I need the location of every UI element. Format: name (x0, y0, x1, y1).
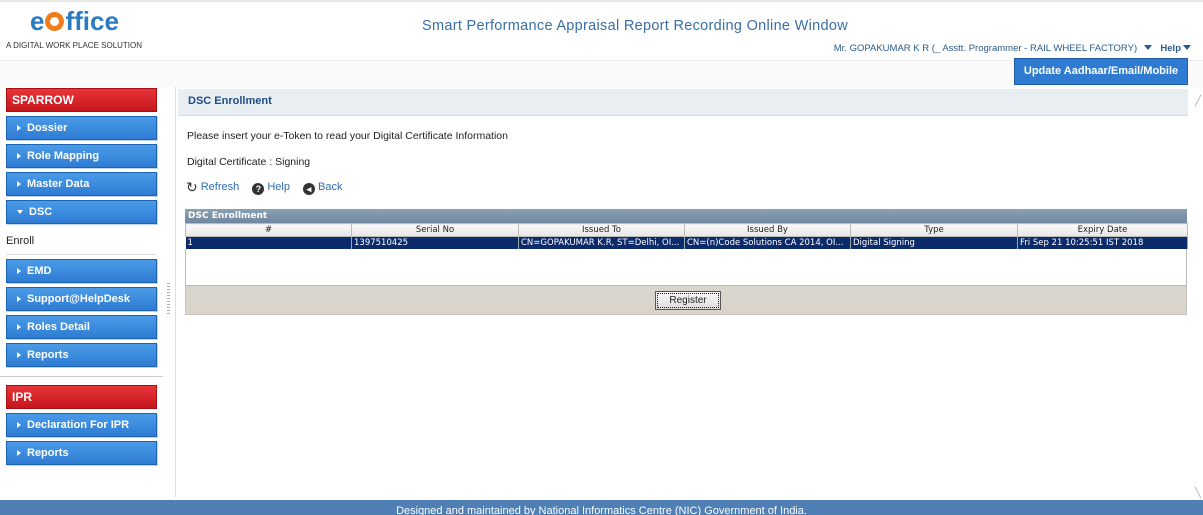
tagline: A DIGITAL WORK PLACE SOLUTION (6, 41, 143, 50)
col-header-number[interactable]: # (185, 223, 352, 237)
sidebar-item-label: Roles Detail (27, 321, 90, 333)
table-row[interactable]: 1 1397510425 CN=GOPAKUMAR K.R, ST=Delhi,… (185, 236, 1188, 249)
help-label: Help (267, 181, 290, 193)
register-button[interactable]: Register (655, 291, 721, 310)
grid-empty-area (185, 249, 1187, 286)
logo-text-b: ffice (65, 6, 119, 36)
page-title: DSC Enrollment (188, 95, 272, 107)
sidebar-item-dsc[interactable]: DSC (6, 200, 157, 224)
sidebar-item-label: Role Mapping (27, 150, 100, 162)
help-link[interactable]: ? Help (252, 181, 290, 195)
cell-serial: 1397510425 (351, 236, 519, 249)
cell-type: Digital Signing (850, 236, 1018, 249)
user-role: (_ Asstt. Programmer - RAIL WHEEL FACTOR… (931, 43, 1138, 54)
refresh-link[interactable]: ↻ Refresh (186, 179, 240, 195)
sidebar-item-label: Declaration For IPR (27, 419, 130, 431)
chevron-right-icon (17, 422, 21, 429)
sidebar-item-label: Master Data (27, 178, 90, 190)
cell-expiry: Fri Sep 21 10:25:51 IST 2018 (1017, 236, 1188, 249)
sidebar-subitem-enroll[interactable]: Enroll (6, 228, 157, 255)
chevron-down-icon (17, 210, 23, 215)
sidebar-item-label: EMD (27, 265, 52, 277)
sidebar-border (175, 87, 176, 497)
chevron-right-icon (17, 181, 21, 188)
sidebar-item-declaration-ipr[interactable]: Declaration For IPR (6, 413, 157, 437)
chevron-right-icon (17, 450, 21, 457)
ipr-section-header[interactable]: IPR (6, 385, 157, 409)
sidebar-item-support-helpdesk[interactable]: Support@HelpDesk (6, 287, 157, 311)
grid-caption: DSC Enrollment (185, 209, 1187, 223)
back-link[interactable]: ◂ Back (303, 181, 343, 195)
user-info: Mr. GOPAKUMAR K R (_ Asstt. Programmer -… (834, 43, 1191, 54)
sparrow-section-header[interactable]: SPARROW (6, 88, 157, 112)
cell-number: 1 (185, 236, 352, 249)
page-footer: Designed and maintained by National Info… (0, 500, 1203, 515)
help-caret-icon[interactable] (1183, 45, 1191, 51)
help-menu[interactable]: Help (1160, 43, 1181, 54)
sidebar: SPARROW Dossier Role Mapping Master Data… (0, 88, 163, 465)
chevron-right-icon (17, 296, 21, 303)
chevron-right-icon (17, 268, 21, 275)
chevron-right-icon (17, 153, 21, 160)
refresh-label: Refresh (200, 181, 240, 193)
back-icon: ◂ (303, 183, 316, 195)
dsc-table: # Serial No Issued To Issued By Type Exp… (185, 223, 1188, 249)
help-icon: ? (252, 183, 265, 195)
sidebar-item-ipr-reports[interactable]: Reports (6, 441, 157, 465)
sidebar-item-emd[interactable]: EMD (6, 259, 157, 283)
col-header-issued-by[interactable]: Issued By (684, 223, 851, 237)
dsc-grid: DSC Enrollment # Serial No Issued To Iss… (185, 209, 1188, 315)
back-label: Back (318, 181, 343, 193)
sidebar-item-dossier[interactable]: Dossier (6, 116, 157, 140)
sidebar-item-label: Support@HelpDesk (27, 293, 131, 305)
logo-text-a: e (30, 6, 45, 36)
col-header-expiry[interactable]: Expiry Date (1017, 223, 1188, 237)
sidebar-item-label: Reports (27, 447, 69, 459)
sidebar-item-master-data[interactable]: Master Data (6, 172, 157, 196)
sidebar-item-label: Dossier (27, 122, 68, 134)
logo-o-icon (45, 12, 65, 31)
sidebar-item-roles-detail[interactable]: Roles Detail (6, 315, 157, 339)
chevron-right-icon (17, 324, 21, 331)
update-aadhaar-button[interactable]: Update Aadhaar/Email/Mobile (1014, 58, 1188, 85)
table-header-row: # Serial No Issued To Issued By Type Exp… (185, 223, 1188, 237)
sidebar-item-role-mapping[interactable]: Role Mapping (6, 144, 157, 168)
cell-issued-to: CN=GOPAKUMAR K.R, ST=Delhi, OI... (518, 236, 685, 249)
user-name[interactable]: Mr. GOPAKUMAR K R (834, 43, 929, 54)
sidebar-item-label: Reports (27, 349, 69, 361)
sidebar-item-reports[interactable]: Reports (6, 343, 157, 367)
certificate-type-text: Digital Certificate : Signing (187, 156, 311, 168)
col-header-type[interactable]: Type (850, 223, 1018, 237)
sidebar-divider (0, 376, 163, 377)
grid-footer: Register (185, 286, 1187, 315)
footer-text: Designed and maintained by National Info… (396, 505, 807, 515)
refresh-icon: ↻ (186, 179, 198, 195)
app-header: e ffice A DIGITAL WORK PLACE SOLUTION Sma… (0, 0, 1203, 62)
col-header-serial[interactable]: Serial No (351, 223, 519, 237)
panel-header: DSC Enrollment (178, 89, 1188, 116)
scroll-up-icon[interactable]: ╱ (1195, 96, 1201, 107)
scroll-down-icon[interactable]: ╲ (1195, 488, 1201, 499)
cell-issued-by: CN=(n)Code Solutions CA 2014, OI... (684, 236, 851, 249)
col-header-issued-to[interactable]: Issued To (518, 223, 685, 237)
instruction-text: Please insert your e-Token to read your … (187, 130, 508, 142)
sidebar-splitter-handle[interactable] (167, 283, 170, 315)
user-menu-caret-icon[interactable] (1143, 45, 1152, 51)
chevron-right-icon (17, 352, 21, 359)
action-bar: ↻ Refresh ? Help ◂ Back (186, 179, 352, 196)
eoffice-logo[interactable]: e ffice (30, 6, 119, 37)
chevron-right-icon (17, 125, 21, 132)
sidebar-item-label: DSC (29, 206, 53, 218)
app-title: Smart Performance Appraisal Report Recor… (422, 18, 848, 34)
